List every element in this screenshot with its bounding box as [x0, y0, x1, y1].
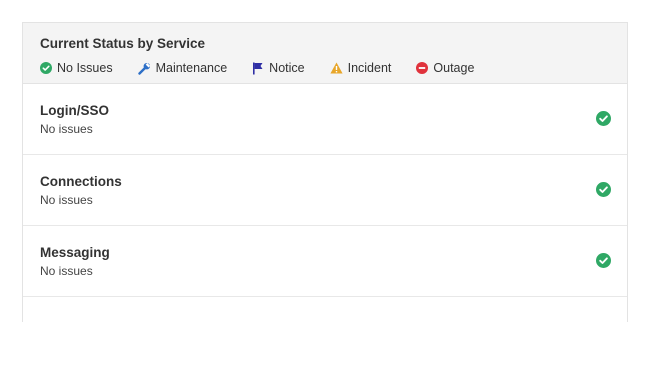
service-name: Messaging — [40, 245, 110, 260]
panel-title: Current Status by Service — [40, 36, 206, 51]
service-row-login-sso: Login/SSO No issues — [23, 84, 627, 155]
status-panel: Current Status by Service No Issues Main… — [22, 22, 628, 322]
check-circle-icon — [596, 182, 611, 197]
check-circle-icon — [596, 111, 611, 126]
service-name: Login/SSO — [40, 103, 109, 118]
legend-outage: Outage — [416, 61, 474, 75]
service-name: Connections — [40, 174, 122, 189]
service-status-text: No issues — [40, 264, 93, 278]
service-status-text: No issues — [40, 193, 93, 207]
service-row-messaging: Messaging No issues — [23, 226, 627, 297]
legend-incident: Incident — [330, 61, 392, 75]
legend-label: No Issues — [57, 61, 113, 75]
minus-circle-icon — [416, 62, 429, 74]
legend-no-issues: No Issues — [40, 61, 113, 75]
warning-icon — [330, 62, 343, 74]
flag-icon — [253, 62, 263, 74]
legend-notice: Notice — [252, 61, 305, 75]
legend-label: Incident — [347, 61, 392, 75]
legend-maintenance: Maintenance — [137, 61, 228, 75]
legend-label: Outage — [433, 61, 475, 75]
service-row-partial — [23, 297, 627, 368]
check-circle-icon — [596, 253, 611, 268]
service-status-text: No issues — [40, 122, 93, 136]
status-legend: No Issues Maintenance Notice Incident Ou… — [40, 60, 610, 76]
check-circle-icon — [40, 62, 52, 74]
status-header: Current Status by Service No Issues Main… — [23, 23, 627, 84]
wrench-icon — [137, 62, 150, 75]
service-row-connections: Connections No issues — [23, 155, 627, 226]
legend-label: Maintenance — [155, 61, 228, 75]
legend-label: Notice — [269, 61, 305, 75]
